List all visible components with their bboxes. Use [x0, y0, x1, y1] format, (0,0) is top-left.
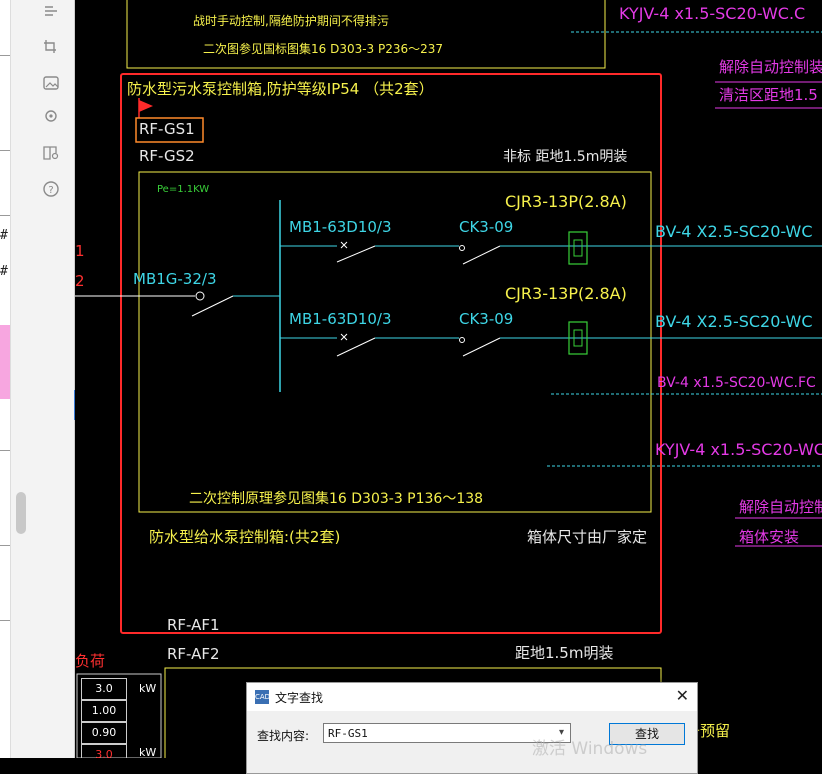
help-icon[interactable]: ? [42, 180, 60, 198]
svg-text:?: ? [48, 185, 53, 196]
box-title: 防水型污水泵控制箱,防护等级IP54 （共2套） [127, 80, 434, 98]
branch1-breaker [336, 245, 376, 263]
branch2-cable: BV-4 X2.5-SC20-WC [655, 312, 813, 331]
divider [0, 215, 10, 216]
load-value: 3.0 [81, 678, 127, 700]
branch2-breaker [336, 337, 376, 357]
trim-icon[interactable] [42, 4, 60, 22]
top-note-1: 战时手动控制,隔绝防护期间不得排污 [193, 14, 389, 28]
branch2-breaker-label: MB1-63D10/3 [289, 310, 392, 328]
left-tool-panel: # # ? [0, 0, 76, 758]
load-unit: kW [139, 682, 157, 695]
top-note-2: 二次图参见国标图集16 D303-3 P236～237 [203, 42, 444, 56]
branch2-x [340, 333, 348, 341]
branch2-contactor [462, 337, 501, 357]
right-note-2: 清洁区距地1.5 米明 [719, 86, 822, 104]
load-label: 负荷 [75, 652, 106, 670]
pink-marker [0, 325, 10, 399]
branch1-breaker-label: MB1-63D10/3 [289, 218, 392, 236]
branch1-contactor-label: CK3-09 [459, 218, 514, 236]
side-marker: # [0, 228, 8, 243]
magenta-cable-2: KYJV-4 x1.5-SC20-WC [655, 440, 822, 459]
branch1-x [340, 241, 348, 249]
top-right-cable: KYJV-4 x1.5-SC20-WC.C [619, 4, 806, 23]
box-size-note: 箱体尺寸由厂家定 [527, 528, 648, 546]
left-page-strip [0, 0, 11, 758]
side-marker: # [0, 264, 8, 279]
text-find-dialog[interactable]: CAD 文字查找 ✕ 查找内容: ▾ 查找 [246, 682, 698, 774]
branch1-cable: BV-4 X2.5-SC20-WC [655, 222, 813, 241]
crop-icon[interactable] [42, 38, 60, 56]
scrollbar-thumb[interactable] [16, 492, 26, 534]
right-note-3: 解除自动控制 [739, 498, 822, 516]
inner-note: 二次控制原理参见图集16 D303-3 P136～138 [189, 491, 484, 507]
mount-note: 非标 距地1.5m明装 [503, 149, 628, 165]
magenta-cable-1: BV-4 x1.5-SC20-WC.FC [657, 375, 816, 391]
breaker-contact [195, 291, 205, 301]
branch1-relay-label: CJR3-13P(2.8A) [505, 192, 627, 211]
divider [0, 450, 10, 451]
image-icon[interactable] [42, 74, 60, 92]
tag-rf-af1[interactable]: RF-AF1 [167, 616, 220, 634]
left-label-1: 1 [75, 242, 85, 260]
dialog-title: 文字查找 [275, 691, 324, 705]
close-icon[interactable]: ✕ [676, 686, 689, 705]
bottom-note: 防水型给水泵控制箱:(共2套) [149, 528, 341, 546]
tag-rf-gs2[interactable]: RF-GS2 [139, 147, 195, 165]
branch1-contact [459, 245, 465, 251]
windows-watermark: 激活 Windows [532, 739, 648, 759]
divider [0, 620, 10, 621]
load-value: 1.00 [81, 700, 127, 722]
branch1-relay-inner [573, 239, 583, 257]
tag-rf-af2[interactable]: RF-AF2 [167, 645, 220, 663]
right-note-4: 箱体安装 [739, 528, 800, 546]
app-icon: CAD [255, 690, 270, 704]
branch1-relay [568, 231, 588, 265]
flag-icon [139, 100, 153, 112]
main-breaker-label: MB1G-32/3 [133, 270, 217, 288]
left-label-2: 2 [75, 272, 85, 290]
book-search-icon[interactable] [42, 144, 60, 162]
divider [0, 150, 10, 151]
cad-drawing-canvas[interactable]: 战时手动控制,隔绝防护期间不得排污 二次图参见国标图集16 D303-3 P23… [75, 0, 822, 758]
find-label: 查找内容: [257, 729, 310, 743]
tag-rf-gs1[interactable]: RF-GS1 [139, 120, 195, 138]
branch2-relay-label: CJR3-13P(2.8A) [505, 284, 627, 303]
dialog-titlebar[interactable]: CAD 文字查找 ✕ [247, 683, 697, 711]
branch1-contactor [462, 245, 501, 265]
power-label: Pe=1.1KW [157, 184, 210, 195]
divider [0, 55, 10, 56]
location-icon[interactable] [42, 108, 60, 126]
load-unit: kW [139, 746, 157, 758]
branch2-contactor-label: CK3-09 [459, 310, 514, 328]
top-box [126, 0, 606, 69]
mount-note-2: 距地1.5m明装 [515, 644, 614, 662]
divider [0, 545, 10, 546]
load-value: 3.0 [81, 744, 127, 758]
load-value: 0.90 [81, 722, 127, 744]
right-note-1: 解除自动控制装置 [719, 58, 822, 76]
branch2-contact [459, 337, 465, 343]
